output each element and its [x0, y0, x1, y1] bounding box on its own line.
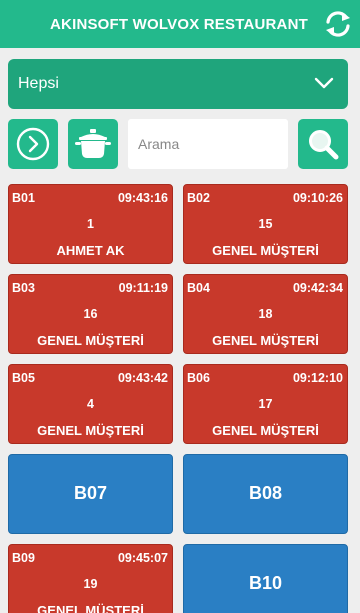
- table-code: B07: [73, 483, 108, 503]
- next-button[interactable]: [8, 119, 58, 169]
- table-code: B05: [12, 371, 35, 385]
- table-code: B02: [187, 191, 210, 205]
- table-tile[interactable]: B02 09:10:26 15 GENEL MÜŞTERİ: [183, 184, 348, 264]
- table-guest-count: 18: [258, 307, 273, 321]
- table-guest-count: 16: [83, 307, 98, 321]
- table-guest-count: 19: [83, 577, 98, 591]
- table-customer: GENEL MÜŞTERİ: [37, 423, 144, 438]
- arrow-circle-icon: [16, 127, 50, 161]
- table-tile[interactable]: B07: [8, 454, 173, 534]
- category-filter-value: Hepsi: [18, 75, 59, 92]
- table-customer: GENEL MÜŞTERİ: [212, 243, 319, 258]
- table-tile[interactable]: B01 09:43:16 1 AHMET AK: [8, 184, 173, 264]
- table-open-time: 09:12:10: [292, 371, 343, 385]
- table-code: B04: [187, 281, 210, 295]
- search-input[interactable]: [128, 119, 288, 169]
- refresh-icon: [326, 11, 350, 37]
- table-code: B09: [12, 551, 35, 565]
- kitchen-button[interactable]: [68, 119, 118, 169]
- table-open-time: 09:45:07: [117, 551, 168, 565]
- search-button[interactable]: [298, 119, 348, 169]
- table-customer: GENEL MÜŞTERİ: [37, 603, 144, 613]
- table-customer: GENEL MÜŞTERİ: [212, 423, 319, 438]
- table-customer: GENEL MÜŞTERİ: [37, 333, 144, 348]
- table-customer: GENEL MÜŞTERİ: [212, 333, 319, 348]
- table-tile[interactable]: B06 09:12:10 17 GENEL MÜŞTERİ: [183, 364, 348, 444]
- table-tile[interactable]: B04 09:42:34 18 GENEL MÜŞTERİ: [183, 274, 348, 354]
- table-open-time: 09:10:26: [292, 191, 343, 205]
- app-title: AKINSOFT WOLVOX RESTAURANT: [50, 15, 308, 33]
- table-code: B03: [12, 281, 35, 295]
- table-code: B01: [12, 191, 35, 205]
- table-open-time: 09:43:42: [117, 371, 168, 385]
- table-tile[interactable]: B03 09:11:19 16 GENEL MÜŞTERİ: [8, 274, 173, 354]
- table-tile[interactable]: B10: [183, 544, 348, 613]
- table-guest-count: 15: [258, 217, 273, 231]
- table-code: B10: [248, 573, 283, 593]
- table-open-time: 09:42:34: [292, 281, 343, 295]
- search-icon: [309, 130, 339, 160]
- table-open-time: 09:11:19: [118, 281, 168, 295]
- cooking-pot-icon: [75, 129, 111, 158]
- table-code: B08: [248, 483, 283, 503]
- chevron-down-icon: [314, 77, 334, 89]
- table-tile[interactable]: B09 09:45:07 19 GENEL MÜŞTERİ: [8, 544, 173, 613]
- table-tile[interactable]: B08: [183, 454, 348, 534]
- table-tile[interactable]: B05 09:43:42 4 GENEL MÜŞTERİ: [8, 364, 173, 444]
- table-guest-count: 1: [87, 217, 94, 231]
- app-header: AKINSOFT WOLVOX RESTAURANT: [0, 0, 360, 48]
- table-customer: AHMET AK: [56, 243, 125, 258]
- table-open-time: 09:43:16: [117, 191, 168, 205]
- category-filter-dropdown[interactable]: Hepsi: [8, 59, 348, 109]
- table-code: B06: [187, 371, 210, 385]
- refresh-button[interactable]: [322, 8, 354, 40]
- table-guest-count: 4: [87, 397, 94, 411]
- table-guest-count: 17: [258, 397, 273, 411]
